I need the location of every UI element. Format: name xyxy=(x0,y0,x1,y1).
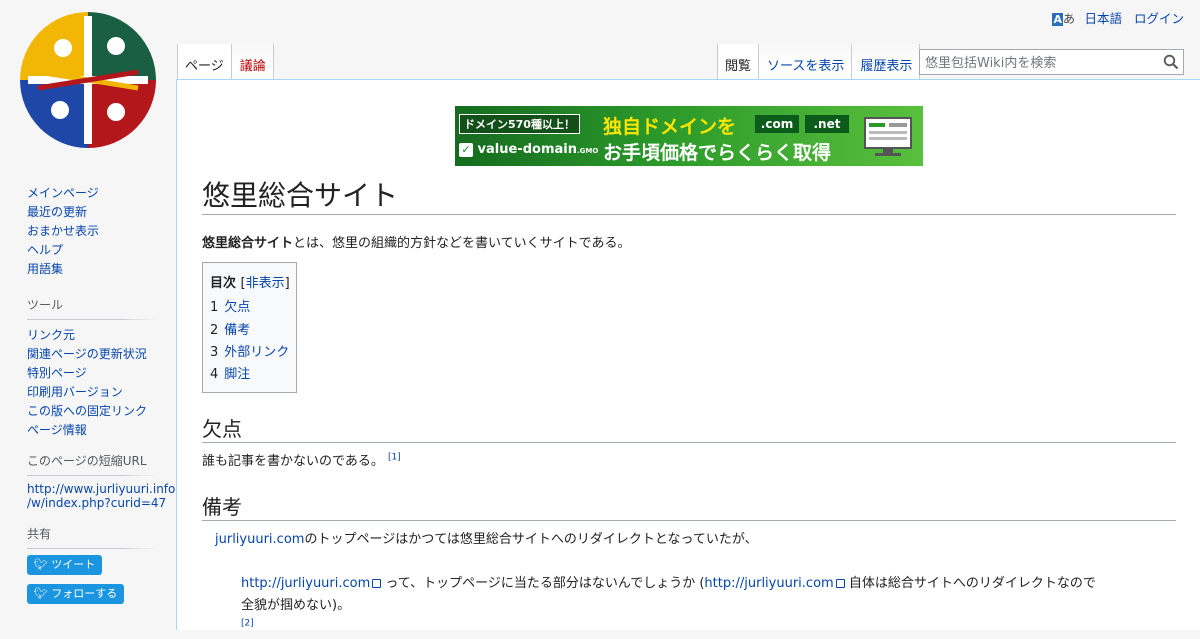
notes-paragraph: jurliyuuri.comのトップページはかつては悠里総合サイトへのリダイレク… xyxy=(215,532,758,547)
tab-history[interactable]: 履歴表示 xyxy=(852,44,921,80)
namespace-tabs: ページ 議論 xyxy=(177,42,274,80)
section-heading-notes: 備考 xyxy=(202,494,1176,521)
sidebar-item-permanent-link[interactable]: この版への固定リンク xyxy=(27,402,157,421)
content-area: ドメイン570種以上！ ✓ value-domain.GMO 独自ドメインを お… xyxy=(176,79,1200,630)
sidebar-shorturl-heading: このページの短縮URL xyxy=(27,452,157,476)
intro-paragraph: 悠里総合サイトとは、悠里の組織的方針などを書いていくサイトである。 xyxy=(202,236,631,251)
sidebar-item-what-links-here[interactable]: リンク元 xyxy=(27,326,157,345)
search-input[interactable] xyxy=(923,51,1162,75)
toc-item[interactable]: 3 外部リンク xyxy=(210,341,289,360)
sidebar-item-special-pages[interactable]: 特別ページ xyxy=(27,364,157,383)
short-url-line1: http://www.jurliyuuri.info xyxy=(27,482,176,496)
intro-bold-term: 悠里総合サイト xyxy=(202,236,294,251)
sidebar-item-main-page[interactable]: メインページ xyxy=(27,184,99,203)
site-logo[interactable] xyxy=(18,10,158,150)
sidebar-item-random-page[interactable]: おまかせ表示 xyxy=(27,222,99,241)
jurliyuuri-link[interactable]: jurliyuuri.com xyxy=(215,532,304,547)
sidebar-item-help[interactable]: ヘルプ xyxy=(27,241,99,260)
external-link-2[interactable]: http://jurliyuuri.com xyxy=(704,576,844,591)
footnote-ref-2[interactable]: [2] xyxy=(241,619,254,629)
external-link-1[interactable]: http://jurliyuuri.com xyxy=(241,576,381,591)
table-of-contents: 目次 [非表示] 1 欠点 2 備考 3 外部リンク 4 脚注 xyxy=(202,262,297,393)
sidebar-item-page-info[interactable]: ページ情報 xyxy=(27,421,157,440)
sidebar-share-heading: 共有 xyxy=(27,525,157,549)
tab-read[interactable]: 閲覧 xyxy=(717,44,760,80)
sidebar-shorturl: このページの短縮URL http://www.jurliyuuri.info/w… xyxy=(27,452,175,510)
flaw-paragraph: 誰も記事を書かないのである。 [1] xyxy=(202,452,401,469)
sidebar-item-printable[interactable]: 印刷用バージョン xyxy=(27,383,157,402)
ad-subline: お手頃価格でらくらく取得 xyxy=(603,142,832,164)
toc-item[interactable]: 2 備考 xyxy=(210,319,250,338)
page-title: 悠里総合サイト xyxy=(202,178,1176,215)
ad-banner[interactable]: ドメイン570種以上！ ✓ value-domain.GMO 独自ドメインを お… xyxy=(455,106,923,166)
ad-tld-com: .com xyxy=(755,115,799,133)
short-url-line2: /w/index.php?curid=47 xyxy=(27,496,167,510)
view-tabs: 閲覧 ソースを表示 履歴表示 xyxy=(717,42,921,80)
language-link[interactable]: 日本語 xyxy=(1084,8,1122,27)
toc-title: 目次 [非表示] xyxy=(210,276,290,291)
personal-tools: Aあ 日本語 ログイン xyxy=(1052,8,1184,27)
footnote-ref-1[interactable]: [1] xyxy=(388,453,401,463)
toc-item[interactable]: 4 脚注 xyxy=(210,363,250,382)
ad-headline: 独自ドメインを xyxy=(603,116,737,138)
twitter-icon: 🐦︎ xyxy=(33,558,52,571)
search-box xyxy=(919,49,1184,75)
twitter-icon: 🐦︎ xyxy=(33,587,52,600)
ad-badge: ドメイン570種以上！ xyxy=(459,114,580,134)
ad-tld-net: .net xyxy=(805,115,849,133)
follow-button[interactable]: 🐦︎ フォローする xyxy=(27,584,124,604)
sidebar-tools: ツール リンク元 関連ページの更新状況 特別ページ 印刷用バージョン この版への… xyxy=(27,296,157,440)
language-icon[interactable]: Aあ xyxy=(1052,10,1078,26)
notes-quote: http://jurliyuuri.com って、トップページに当たる部分はない… xyxy=(241,576,1096,629)
toc-item[interactable]: 1 欠点 xyxy=(210,296,250,315)
sidebar-item-related-changes[interactable]: 関連ページの更新状況 xyxy=(27,345,157,364)
sidebar-item-glossary[interactable]: 用語集 xyxy=(27,260,99,279)
tab-page[interactable]: ページ xyxy=(177,44,232,80)
sidebar-share: 共有 🐦︎ ツイート 🐦︎ フォローする xyxy=(27,525,157,613)
check-icon: ✓ xyxy=(459,143,473,157)
short-url-link[interactable]: http://www.jurliyuuri.info/w/index.php?c… xyxy=(27,482,175,510)
tab-talk[interactable]: 議論 xyxy=(231,44,274,80)
sidebar-item-recent-changes[interactable]: 最近の更新 xyxy=(27,203,99,222)
toc-toggle[interactable]: 非表示 xyxy=(246,276,285,291)
ad-brand: ✓ value-domain.GMO xyxy=(459,142,598,157)
tab-view-source[interactable]: ソースを表示 xyxy=(759,44,853,80)
sidebar-navigation: メインページ 最近の更新 おまかせ表示 ヘルプ 用語集 xyxy=(27,184,99,279)
sidebar-tools-heading: ツール xyxy=(27,296,157,320)
search-icon[interactable] xyxy=(1163,54,1179,70)
section-heading-flaw: 欠点 xyxy=(202,416,1176,443)
monitor-icon xyxy=(864,117,912,156)
login-link[interactable]: ログイン xyxy=(1134,8,1184,27)
tweet-button[interactable]: 🐦︎ ツイート xyxy=(27,555,102,575)
